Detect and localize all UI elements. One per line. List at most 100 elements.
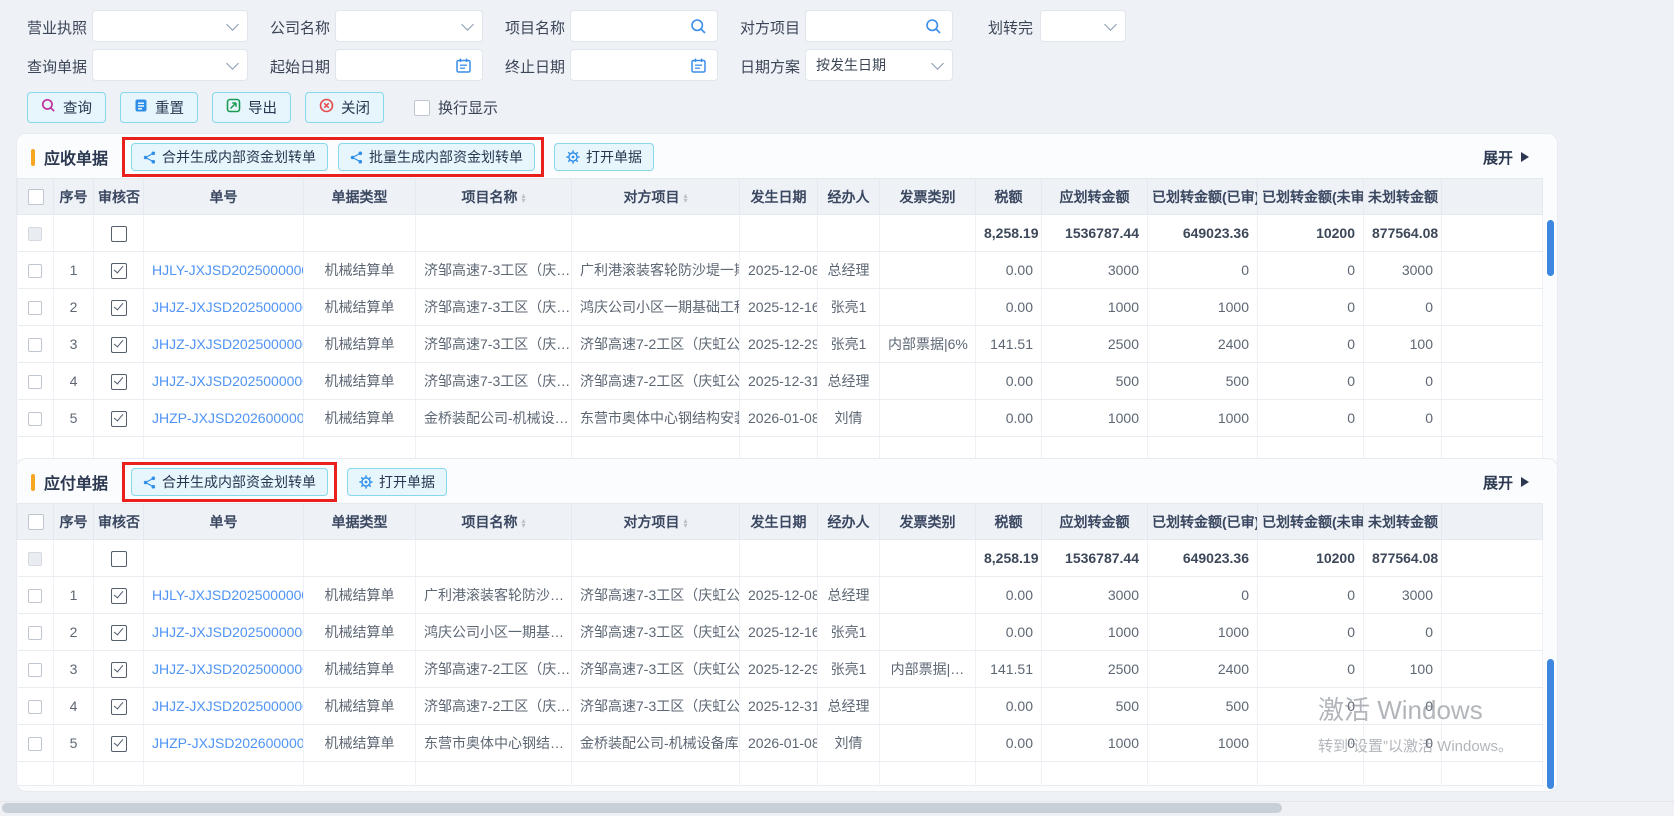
filter-select[interactable] bbox=[1040, 10, 1126, 42]
document-number-link[interactable]: HJLY-JXJSD20250000001 bbox=[152, 587, 304, 603]
filter-select[interactable] bbox=[335, 10, 483, 42]
cell-invoice bbox=[880, 400, 976, 437]
cell-audit bbox=[94, 577, 144, 614]
document-number-link[interactable]: JHZP-JXJSD20260000001 bbox=[152, 410, 304, 426]
merge-transfer-button[interactable]: 批量生成内部资金划转单 bbox=[338, 143, 535, 171]
cell-t_audited: 500 bbox=[1148, 363, 1258, 400]
wrap-checkbox[interactable] bbox=[414, 100, 430, 116]
export-button[interactable]: 导出 bbox=[212, 92, 291, 123]
audit-checkbox[interactable] bbox=[111, 337, 127, 353]
section-title: 应收单据 bbox=[44, 145, 108, 169]
document-number-link[interactable]: JHJZ-JXJSD20250000003 bbox=[152, 624, 304, 640]
audit-checkbox bbox=[111, 551, 127, 567]
query-button[interactable]: 查询 bbox=[27, 92, 106, 123]
audit-checkbox[interactable] bbox=[111, 699, 127, 715]
share-icon bbox=[350, 151, 363, 164]
document-number-link[interactable]: HJLY-JXJSD20250000001 bbox=[152, 262, 304, 278]
sort-icon[interactable]: ▴▾ bbox=[521, 518, 525, 528]
audit-checkbox[interactable] bbox=[111, 300, 127, 316]
filter-select[interactable]: 按发生日期 bbox=[805, 49, 953, 81]
open-document-button[interactable]: 打开单据 bbox=[554, 143, 654, 171]
empty-cell bbox=[304, 437, 416, 461]
search-icon bbox=[690, 18, 707, 35]
horizontal-scrollbar[interactable] bbox=[0, 801, 1674, 815]
filler-header bbox=[1442, 504, 1543, 540]
row-checkbox[interactable] bbox=[28, 589, 42, 603]
empty-cell bbox=[416, 762, 572, 786]
audit-checkbox[interactable] bbox=[111, 374, 127, 390]
cell-counterpart: 广利港滚装客轮防沙堤一期 bbox=[572, 252, 740, 289]
column-header[interactable]: 对方项目▴▾ bbox=[572, 179, 740, 215]
column-header[interactable]: 项目名称▴▾ bbox=[416, 179, 572, 215]
column-header[interactable]: 对方项目▴▾ bbox=[572, 504, 740, 540]
row-checkbox[interactable] bbox=[28, 375, 42, 389]
cell-untransferred: 100 bbox=[1364, 651, 1442, 688]
select-all-header[interactable] bbox=[18, 179, 54, 215]
merge-transfer-button[interactable]: 合并生成内部资金划转单 bbox=[131, 143, 328, 171]
reset-button[interactable]: 重置 bbox=[120, 92, 198, 123]
vertical-scrollbar-thumb[interactable] bbox=[1547, 220, 1554, 276]
vertical-scrollbar-thumb[interactable] bbox=[1547, 659, 1554, 789]
close-button[interactable]: 关闭 bbox=[305, 92, 384, 123]
table-row: 2JHJZ-JXJSD20250000003机械结算单济邹高速7-3工区（庆…鸿… bbox=[18, 289, 1543, 326]
summary-cell: 1536787.44 bbox=[1042, 540, 1148, 577]
sort-icon[interactable]: ▴▾ bbox=[683, 518, 687, 528]
cell-sel bbox=[18, 725, 54, 762]
expand-toggle[interactable]: 展开 bbox=[1483, 147, 1543, 168]
sort-icon[interactable]: ▴▾ bbox=[683, 193, 687, 203]
select-all-header[interactable] bbox=[18, 504, 54, 540]
document-number-link[interactable]: JHJZ-JXJSD20250000003 bbox=[152, 299, 304, 315]
expand-toggle[interactable]: 展开 bbox=[1483, 472, 1543, 493]
column-header: 发票类别 bbox=[880, 179, 976, 215]
empty-cell bbox=[1042, 762, 1148, 786]
row-checkbox[interactable] bbox=[28, 737, 42, 751]
empty-cell bbox=[572, 437, 740, 461]
document-number-link[interactable]: JHJZ-JXJSD20250000004 bbox=[152, 336, 304, 352]
cell-doc_type: 机械结算单 bbox=[304, 651, 416, 688]
filter-date-input[interactable] bbox=[335, 49, 483, 81]
filter-search-input[interactable] bbox=[570, 10, 718, 42]
column-header[interactable]: 项目名称▴▾ bbox=[416, 504, 572, 540]
share-icon bbox=[143, 476, 156, 489]
filter-select[interactable] bbox=[92, 10, 248, 42]
filter-select[interactable] bbox=[92, 49, 248, 81]
row-checkbox[interactable] bbox=[28, 412, 42, 426]
cell-handler: 张亮1 bbox=[818, 651, 880, 688]
button-label: 批量生成内部资金划转单 bbox=[369, 147, 523, 167]
row-checkbox[interactable] bbox=[28, 663, 42, 677]
row-checkbox[interactable] bbox=[28, 264, 42, 278]
row-checkbox[interactable] bbox=[28, 626, 42, 640]
cell-invoice bbox=[880, 725, 976, 762]
row-checkbox[interactable] bbox=[28, 338, 42, 352]
open-document-button[interactable]: 打开单据 bbox=[347, 468, 447, 496]
audit-checkbox[interactable] bbox=[111, 662, 127, 678]
merge-transfer-button[interactable]: 合并生成内部资金划转单 bbox=[131, 468, 328, 496]
document-number-link[interactable]: JHZP-JXJSD20260000001 bbox=[152, 735, 304, 751]
empty-cell bbox=[976, 762, 1042, 786]
cell-audit bbox=[94, 363, 144, 400]
horizontal-scrollbar-thumb[interactable] bbox=[2, 803, 1282, 813]
audit-checkbox[interactable] bbox=[111, 411, 127, 427]
button-label: 打开单据 bbox=[379, 472, 435, 492]
cell-t_unaudited: 0 bbox=[1258, 289, 1364, 326]
document-number-link[interactable]: JHJZ-JXJSD20250000004 bbox=[152, 661, 304, 677]
filter-search-input[interactable] bbox=[805, 10, 953, 42]
column-header: 未划转金额 bbox=[1364, 504, 1442, 540]
audit-checkbox[interactable] bbox=[111, 588, 127, 604]
sort-icon[interactable]: ▴▾ bbox=[521, 193, 525, 203]
cell-untransferred: 0 bbox=[1364, 289, 1442, 326]
select-all-checkbox[interactable] bbox=[28, 514, 44, 530]
audit-checkbox[interactable] bbox=[111, 736, 127, 752]
cell-t_audited: 2400 bbox=[1148, 326, 1258, 363]
select-all-checkbox[interactable] bbox=[28, 189, 44, 205]
document-number-link[interactable]: JHJZ-JXJSD20250000005 bbox=[152, 698, 304, 714]
summary-cell bbox=[1442, 215, 1543, 252]
filter-date-input[interactable] bbox=[570, 49, 718, 81]
document-number-link[interactable]: JHJZ-JXJSD20250000005 bbox=[152, 373, 304, 389]
audit-checkbox[interactable] bbox=[111, 625, 127, 641]
row-checkbox[interactable] bbox=[28, 301, 42, 315]
filter-label: 项目名称 bbox=[505, 17, 565, 38]
audit-checkbox[interactable] bbox=[111, 263, 127, 279]
row-checkbox[interactable] bbox=[28, 700, 42, 714]
table-row: 1HJLY-JXJSD20250000001机械结算单广利港滚装客轮防沙…济邹高… bbox=[18, 577, 1543, 614]
